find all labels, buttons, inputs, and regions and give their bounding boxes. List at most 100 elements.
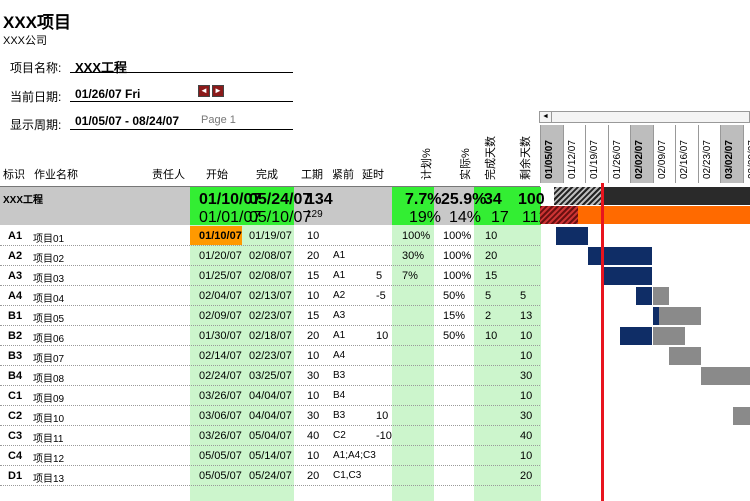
left-arrow-icon: ◄ [200, 86, 208, 95]
table-row[interactable]: C1 项目09 03/26/07 04/04/07 10 B4 10 [0, 386, 540, 406]
summary-row[interactable]: XXX工程 01/10/07 05/24/07 134 7.7% 25.9% 3… [0, 186, 545, 208]
task-duration: 30 [307, 370, 320, 382]
task-plan-pct: 100% [402, 230, 431, 242]
summary-gantt-progress [554, 187, 604, 205]
gantt-done-bar[interactable] [604, 267, 653, 285]
project-title: XXX项目 [3, 13, 72, 32]
task-name: 项目06 [33, 334, 65, 345]
task-id: B3 [8, 350, 23, 362]
task-remain-days: 10 [520, 330, 533, 342]
gantt-remaining-bar[interactable] [732, 407, 750, 425]
table-row[interactable]: B1 项目05 02/09/07 02/23/07 15 A3 15% 2 13 [0, 306, 540, 326]
gantt-done-bar[interactable] [588, 247, 653, 265]
baseline-row[interactable]: 01/01/07 05/10/07 129 19% 14% 17 112 [0, 206, 548, 226]
table-row[interactable]: B4 项目08 02/24/07 03/25/07 30 B3 30 [0, 366, 540, 386]
task-start: 03/06/07 [199, 410, 242, 422]
timeline-date-cell: 01/26/07 [607, 125, 631, 183]
task-plan-pct: 7% [402, 270, 418, 282]
col-plan-pct-header: 计划% [421, 148, 433, 180]
task-pred: A1 [333, 330, 346, 341]
task-plan-pct: 30% [402, 250, 425, 262]
timeline-date-label: 01/05/07 [544, 140, 555, 179]
gantt-done-bar[interactable] [636, 287, 653, 305]
task-name: 项目03 [33, 274, 65, 285]
task-pred: A1;A4;C3 [333, 450, 376, 461]
timeline-date-label: 02/23/07 [701, 140, 713, 179]
gantt-remaining-bar[interactable] [658, 307, 701, 325]
task-pred: A4 [333, 350, 346, 361]
gantt-done-bar[interactable] [556, 227, 589, 245]
project-name-value[interactable]: XXX工程 [75, 57, 127, 76]
task-end: 05/14/07 [249, 450, 292, 462]
task-delay: -5 [376, 290, 386, 302]
task-pred: B3 [333, 410, 346, 421]
task-start: 03/26/07 [199, 390, 242, 402]
table-row[interactable]: B2 项目06 01/30/07 02/18/07 20 A1 10 50% 10 10 [0, 326, 540, 346]
task-id: C4 [8, 450, 23, 462]
gantt-remaining-bar[interactable] [700, 367, 750, 385]
table-row[interactable]: A1 项目01 01/10/07 01/19/07 10 100% 100% 10 [0, 226, 540, 246]
timeline-date-label: 01/26/07 [611, 140, 623, 179]
next-date-button[interactable]: ► [212, 85, 224, 97]
task-duration: 30 [307, 410, 320, 422]
timeline-date-label: 01/12/07 [566, 140, 578, 179]
col-duration-header: 工期 [301, 169, 323, 181]
gantt-remaining-bar[interactable] [652, 287, 669, 305]
timeline-date-cell: 03/09/07 [742, 125, 750, 183]
task-delay: 10 [376, 330, 389, 342]
task-start: 02/04/07 [199, 290, 242, 302]
task-actual-pct: 15% [443, 310, 466, 322]
table-row[interactable]: C2 项目10 03/06/07 04/04/07 30 B3 10 30 [0, 406, 540, 426]
task-remain-days: 20 [520, 470, 533, 482]
table-row[interactable]: A4 项目04 02/04/07 02/13/07 10 A2 -5 50% 5 5 [0, 286, 540, 306]
task-end: 04/04/07 [249, 410, 292, 422]
task-name: 项目04 [33, 294, 65, 305]
gantt-done-bar[interactable] [620, 327, 653, 345]
table-row[interactable]: C4 项目12 05/05/07 05/14/07 10 A1;A4;C3 10 [0, 446, 540, 466]
task-actual-pct: 100% [443, 230, 472, 242]
task-start: 01/30/07 [199, 330, 242, 342]
prev-date-button[interactable]: ◄ [198, 85, 210, 97]
task-remain-days: 10 [520, 390, 533, 402]
gantt-remaining-bar[interactable] [668, 347, 701, 365]
task-end: 02/23/07 [249, 350, 292, 362]
task-delay: 5 [376, 270, 383, 282]
timeline-scrollbar[interactable]: ◄ [539, 111, 750, 123]
gantt-remaining-bar[interactable] [652, 327, 685, 345]
timeline-date-cell: 03/02/07 [720, 125, 743, 183]
display-period-value[interactable]: 01/05/07 - 08/24/07 [75, 114, 179, 128]
task-pred: A2 [333, 290, 346, 301]
task-end: 02/08/07 [249, 270, 292, 282]
task-delay: -10 [376, 430, 392, 442]
current-date-value[interactable]: 01/26/07 Fri [75, 87, 140, 101]
table-row[interactable]: C3 项目11 03/26/07 05/04/07 40 C2 -10 40 [0, 426, 540, 446]
task-name: 项目12 [33, 454, 65, 465]
task-done-days: 10 [485, 230, 498, 242]
task-duration: 10 [307, 290, 320, 302]
table-row[interactable]: B3 项目07 02/14/07 02/23/07 10 A4 10 [0, 346, 540, 366]
col-owner-header: 责任人 [152, 169, 185, 181]
timeline-date-cell: 01/12/07 [562, 125, 586, 183]
col-pred-header: 紧前 [332, 169, 354, 181]
timeline-date-label: 03/09/07 [746, 140, 750, 179]
task-id: A2 [8, 250, 23, 262]
table-row[interactable]: A2 项目02 01/20/07 02/08/07 20 A1 30% 100% 20 [0, 246, 540, 266]
col-end-header: 完成 [256, 169, 278, 181]
table-row[interactable]: D1 项目13 05/05/07 05/24/07 20 C1,C3 20 [0, 466, 540, 486]
timeline-date-label: 02/02/07 [634, 140, 645, 179]
timeline-date-label: 02/09/07 [656, 140, 668, 179]
task-remain-days: 30 [520, 410, 533, 422]
scroll-left-icon[interactable]: ◄ [540, 112, 552, 122]
table-row[interactable]: A3 项目03 01/25/07 02/08/07 15 A1 5 7% 100% 15 [0, 266, 540, 286]
summary-name: XXX工程 [3, 195, 44, 206]
task-end: 04/04/07 [249, 390, 292, 402]
task-pred: C1,C3 [333, 470, 362, 481]
task-id: C2 [8, 410, 23, 422]
task-start: 01/20/07 [199, 250, 242, 262]
timeline-date-cell: 02/02/07 [630, 125, 653, 183]
task-name: 项目08 [33, 374, 65, 385]
task-remain-days: 10 [520, 350, 533, 362]
task-name: 项目05 [33, 314, 65, 325]
col-delay-header: 延时 [362, 169, 384, 181]
task-name: 项目01 [33, 234, 65, 245]
